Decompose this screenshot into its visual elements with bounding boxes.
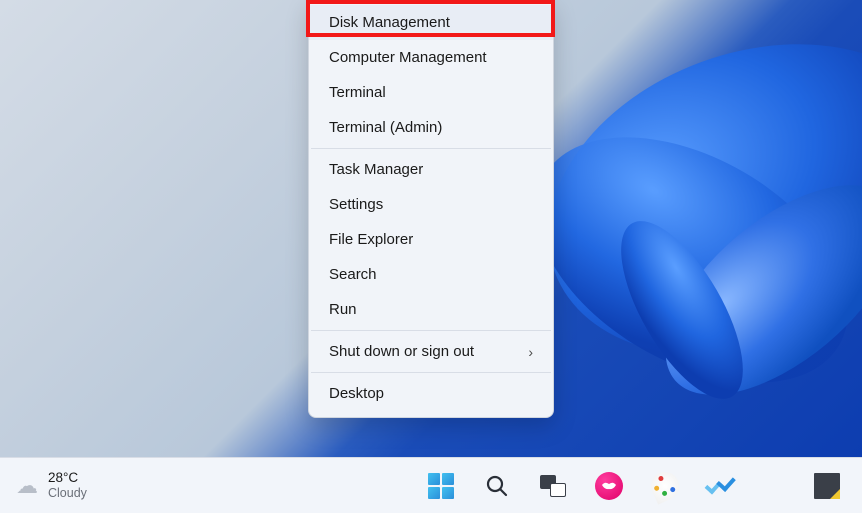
task-view-button[interactable] [532,465,574,507]
double-check-icon [706,476,736,496]
menu-item-run[interactable]: Run [309,292,553,327]
menu-item-file-explorer[interactable]: File Explorer [309,222,553,257]
chevron-right-icon: › [528,344,533,360]
menu-separator [311,330,551,331]
taskbar-right [806,465,848,507]
menu-item-label: Computer Management [329,49,487,66]
taskbar-center-icons [420,465,742,507]
menu-item-label: Search [329,266,377,283]
menu-item-label: Desktop [329,385,384,402]
cloud-icon: ☁ [16,473,38,499]
menu-item-label: Terminal (Admin) [329,119,442,136]
desktop-wallpaper[interactable]: Disk Management Computer Management Term… [0,0,862,457]
weather-widget[interactable]: ☁ 28°C Cloudy [8,468,95,503]
weather-temperature: 28°C [48,470,87,486]
menu-item-label: Shut down or sign out [329,343,474,360]
menu-item-desktop[interactable]: Desktop [309,376,553,411]
lips-icon [595,472,623,500]
windows-logo-icon [428,473,454,499]
menu-separator [311,148,551,149]
menu-item-settings[interactable]: Settings [309,187,553,222]
menu-item-label: Disk Management [329,14,450,31]
weather-condition: Cloudy [48,486,87,501]
app-lips[interactable] [588,465,630,507]
winx-power-menu: Disk Management Computer Management Term… [308,0,554,418]
menu-item-label: Task Manager [329,161,423,178]
menu-item-computer-management[interactable]: Computer Management [309,40,553,75]
menu-item-label: Terminal [329,84,386,101]
menu-item-shut-down-sign-out[interactable]: Shut down or sign out › [309,334,553,369]
app-sticky-notes[interactable] [806,465,848,507]
menu-item-terminal-admin[interactable]: Terminal (Admin) [309,110,553,145]
sticky-note-icon [814,473,840,499]
menu-item-terminal[interactable]: Terminal [309,75,553,110]
menu-item-search[interactable]: Search [309,257,553,292]
menu-item-label: Run [329,301,357,318]
menu-item-task-manager[interactable]: Task Manager [309,152,553,187]
search-icon [485,474,509,498]
menu-separator [311,372,551,373]
menu-item-label: Settings [329,196,383,213]
app-todo[interactable] [700,465,742,507]
palette-icon [646,467,683,504]
taskbar: ☁ 28°C Cloudy [0,457,862,513]
start-button[interactable] [420,465,462,507]
app-paint[interactable] [644,465,686,507]
menu-item-disk-management[interactable]: Disk Management [309,5,553,40]
menu-item-label: File Explorer [329,231,413,248]
search-button[interactable] [476,465,518,507]
task-view-icon [540,475,566,497]
